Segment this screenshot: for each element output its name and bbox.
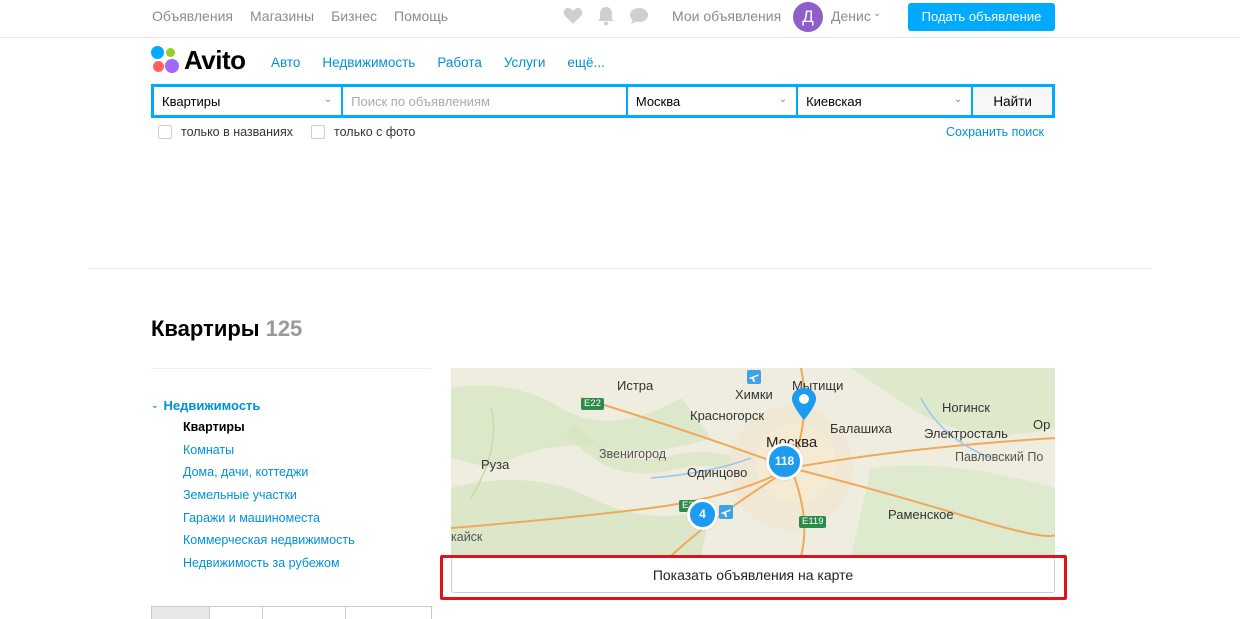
map-label: Химки xyxy=(735,387,773,402)
map-label: Балашиха xyxy=(830,421,892,436)
map-label: Истра xyxy=(617,378,654,393)
category-select-value: Квартиры xyxy=(162,93,221,109)
metro-select[interactable]: Киевская ⌄ xyxy=(798,87,972,115)
category-select[interactable]: Квартиры ⌄ xyxy=(154,87,342,115)
chevron-down-icon[interactable]: ⌄ xyxy=(873,8,881,19)
page-title-text: Квартиры xyxy=(151,316,260,341)
category-nav: Авто Недвижимость Работа Услуги ещё... xyxy=(271,55,605,70)
chevron-down-icon: ⌄ xyxy=(778,94,788,105)
chevron-down-icon: ⌄ xyxy=(953,94,963,105)
top-link-business[interactable]: Бизнес xyxy=(331,8,377,24)
map-cluster-marker[interactable]: 4 xyxy=(687,499,718,530)
divider xyxy=(88,268,1152,269)
search-input[interactable]: Поиск по объявлениям xyxy=(343,87,626,115)
chevron-down-icon: ⌄ xyxy=(323,94,333,105)
map-cluster-marker[interactable]: 118 xyxy=(766,443,803,480)
heart-icon[interactable] xyxy=(563,7,583,25)
map-label: Одинцово xyxy=(687,465,748,480)
highlight-box xyxy=(440,555,1067,600)
sidebar-item-commercial[interactable]: Коммерческая недвижимость xyxy=(183,532,355,555)
nav-more[interactable]: ещё... xyxy=(567,55,604,70)
sidebar-item-land[interactable]: Земельные участки xyxy=(183,487,355,510)
sidebar-item-garages[interactable]: Гаражи и машиноместа xyxy=(183,510,355,533)
view-tab[interactable] xyxy=(152,607,210,619)
checkbox[interactable] xyxy=(158,125,172,139)
sidebar-item-houses[interactable]: Дома, дачи, коттеджи xyxy=(183,464,355,487)
top-link-ads[interactable]: Объявления xyxy=(152,8,233,24)
titles-only-label: только в названиях xyxy=(181,125,294,139)
map-label: Электросталь xyxy=(924,426,1008,441)
bell-icon[interactable] xyxy=(597,6,615,26)
top-links: Объявления Магазины Бизнес Помощь xyxy=(152,8,448,24)
chevron-down-icon: ⌄ xyxy=(151,400,159,410)
nav-services[interactable]: Услуги xyxy=(504,55,546,70)
road-badge: E22 xyxy=(581,398,604,410)
search-filters: только в названиях только с фото xyxy=(158,125,433,139)
map-label: Ногинск xyxy=(942,400,990,415)
divider xyxy=(151,368,431,369)
my-ads-link[interactable]: Мои объявления xyxy=(672,8,781,24)
avatar[interactable]: Д xyxy=(793,2,823,32)
with-photo-label: только с фото xyxy=(334,125,416,139)
chat-icon[interactable] xyxy=(629,7,649,25)
top-link-help[interactable]: Помощь xyxy=(394,8,448,24)
map-label: Руза xyxy=(481,457,510,472)
sidebar-root-realty[interactable]: ⌄ Недвижимость xyxy=(151,398,355,413)
search-button[interactable]: Найти xyxy=(973,87,1052,115)
view-tab[interactable] xyxy=(346,607,431,619)
top-icons xyxy=(563,6,649,26)
view-tab[interactable] xyxy=(263,607,346,619)
view-tabs xyxy=(151,606,432,619)
category-sidebar: ⌄ Недвижимость Квартиры Комнаты Дома, да… xyxy=(151,398,355,578)
road-badge: E119 xyxy=(799,516,827,528)
checkbox[interactable] xyxy=(311,125,326,139)
results-count: 125 xyxy=(265,316,303,341)
map-label: Красногорск xyxy=(690,408,765,423)
logo-dots-icon xyxy=(151,46,181,76)
metro-select-value: Киевская xyxy=(806,93,862,109)
nav-realty[interactable]: Недвижимость xyxy=(322,55,415,70)
sidebar-item-rooms[interactable]: Комнаты xyxy=(183,442,355,465)
top-link-shops[interactable]: Магазины xyxy=(250,8,314,24)
search-bar: Квартиры ⌄ Поиск по объявлениям Москва ⌄… xyxy=(151,84,1055,118)
city-select-value: Москва xyxy=(635,93,681,109)
search-placeholder: Поиск по объявлениям xyxy=(351,93,490,109)
user-name[interactable]: Денис xyxy=(831,8,871,24)
top-bar: Объявления Магазины Бизнес Помощь Мои об… xyxy=(0,0,1240,38)
map-label: кайск xyxy=(451,530,483,544)
map-label: Ор xyxy=(1033,417,1051,432)
map-label: Павловский По xyxy=(955,450,1044,464)
sidebar-list: Квартиры Комнаты Дома, дачи, коттеджи Зе… xyxy=(183,419,355,578)
sidebar-root-label: Недвижимость xyxy=(163,398,261,413)
map-label: Раменское xyxy=(888,507,954,522)
view-tab[interactable] xyxy=(210,607,263,619)
map-preview[interactable]: Истра Химки Мытищи Красногорск Ногинск М… xyxy=(451,368,1055,556)
post-ad-button[interactable]: Подать объявление xyxy=(908,3,1055,31)
nav-auto[interactable]: Авто xyxy=(271,55,300,70)
page-title: Квартиры 125 xyxy=(151,316,302,342)
city-select[interactable]: Москва ⌄ xyxy=(627,87,797,115)
nav-jobs[interactable]: Работа xyxy=(437,55,482,70)
sidebar-item-flats: Квартиры xyxy=(183,420,245,434)
titles-only-checkbox[interactable]: только в названиях xyxy=(158,125,293,139)
logo-text: Avito xyxy=(184,45,246,75)
sidebar-item-abroad[interactable]: Недвижимость за рубежом xyxy=(183,555,355,578)
with-photo-checkbox[interactable]: только с фото xyxy=(311,125,415,139)
save-search-link[interactable]: Сохранить поиск xyxy=(946,125,1044,139)
map-label: Звенигород xyxy=(599,447,667,461)
